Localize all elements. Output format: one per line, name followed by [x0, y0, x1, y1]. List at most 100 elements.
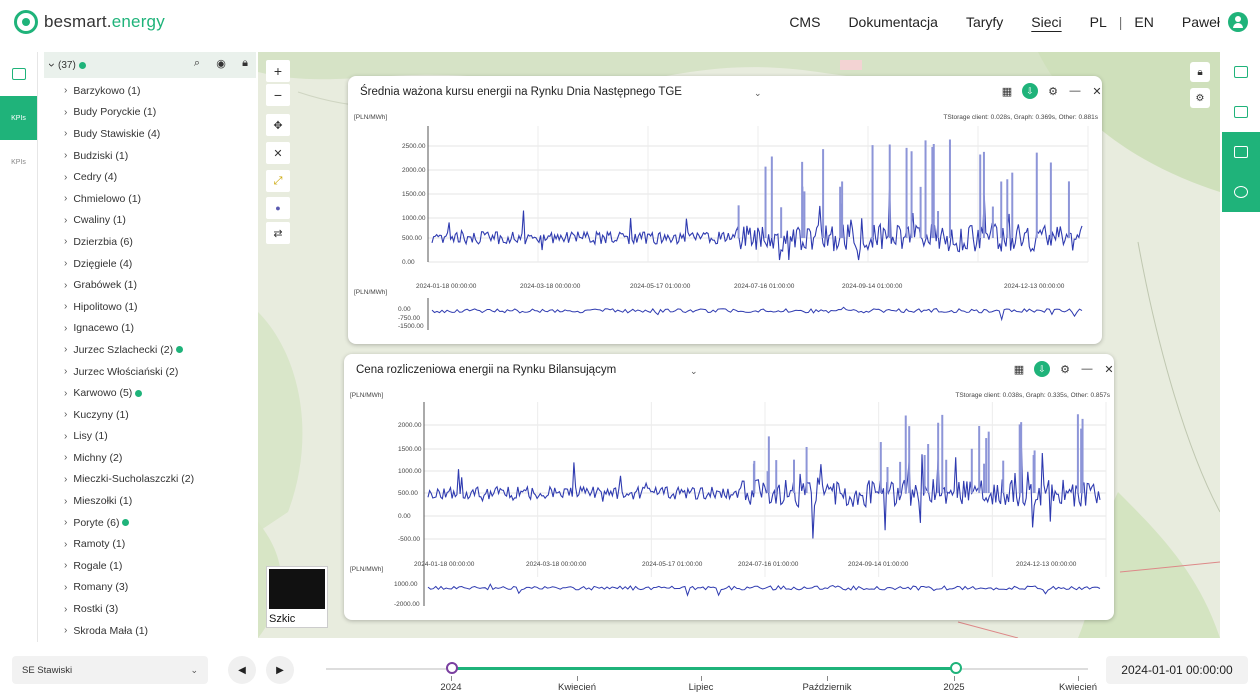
- tree-item[interactable]: › Barzykowo (1): [64, 80, 256, 102]
- tree-item[interactable]: › Mieszołki (1): [64, 490, 256, 512]
- chevron-right-icon[interactable]: ›: [64, 280, 67, 291]
- lock-icon[interactable]: 🔒︎: [238, 56, 252, 70]
- swap-icon[interactable]: ⇄: [266, 222, 290, 244]
- timeline-slider[interactable]: [326, 662, 1088, 674]
- close-icon[interactable]: ✕: [1102, 362, 1116, 376]
- chevron-right-icon[interactable]: ›: [64, 582, 67, 593]
- tree-item[interactable]: › Poryte (6): [64, 512, 256, 534]
- tree-root[interactable]: › (37) ⌕ ◉ 🔒︎: [44, 52, 256, 78]
- chevron-right-icon[interactable]: ›: [64, 301, 67, 312]
- chevron-right-icon[interactable]: ›: [64, 344, 67, 355]
- tree-item[interactable]: › Hipolitowo (1): [64, 296, 256, 318]
- tree-item[interactable]: › Grabówek (1): [64, 274, 256, 296]
- chevron-down-icon[interactable]: ⌄: [690, 366, 698, 377]
- lang-en[interactable]: EN: [1134, 14, 1153, 30]
- chevron-right-icon[interactable]: ›: [64, 604, 67, 615]
- chevron-right-icon[interactable]: ›: [64, 85, 67, 96]
- tree-item[interactable]: › Jurzec Włościański (2): [64, 361, 256, 383]
- tree-item[interactable]: › Rostki (3): [64, 598, 256, 620]
- tree-item[interactable]: › Dzięgiele (4): [64, 253, 256, 275]
- zoom-out-button[interactable]: −: [266, 84, 290, 106]
- chart-balancing[interactable]: 2000.00 1500.00 1000.00 500.00 0.00 -500.00 20…: [344, 392, 1114, 620]
- chevron-right-icon[interactable]: ›: [64, 539, 67, 550]
- chevron-down-icon[interactable]: ⌄: [754, 88, 762, 99]
- tree-item[interactable]: › Chmielowo (1): [64, 188, 256, 210]
- chevron-right-icon[interactable]: ›: [64, 452, 67, 463]
- download-icon[interactable]: ⇩: [1022, 83, 1038, 99]
- map-lock-icon[interactable]: 🔒︎: [1190, 62, 1210, 82]
- chevron-right-icon[interactable]: ›: [64, 236, 67, 247]
- zoom-in-button[interactable]: +: [266, 60, 290, 82]
- chevron-down-icon[interactable]: ›: [45, 63, 59, 67]
- tree-item[interactable]: › Budy Poryckie (1): [64, 102, 256, 124]
- tree-item[interactable]: › Ramoty (1): [64, 533, 256, 555]
- chevron-right-icon[interactable]: ›: [64, 323, 67, 334]
- current-date[interactable]: 2024-01-01 00:00:00: [1106, 656, 1248, 684]
- gear-icon[interactable]: ⚙︎: [1046, 84, 1060, 98]
- chevron-right-icon[interactable]: ›: [64, 150, 67, 161]
- close-icon[interactable]: ✕: [1090, 84, 1104, 98]
- tree-item[interactable]: › Skroda Mała (1): [64, 620, 256, 642]
- brand-logo[interactable]: besmart.energy: [14, 10, 165, 34]
- chevron-right-icon[interactable]: ›: [64, 128, 67, 139]
- chevron-right-icon[interactable]: ›: [64, 560, 67, 571]
- rail-network-active[interactable]: [1222, 132, 1260, 172]
- lang-pl[interactable]: PL: [1090, 14, 1107, 30]
- chevron-right-icon[interactable]: ›: [64, 496, 67, 507]
- nav-cms[interactable]: CMS: [789, 14, 820, 30]
- tree-item[interactable]: › Dzierzbia (6): [64, 231, 256, 253]
- gear-icon[interactable]: ⚙︎: [1058, 362, 1072, 376]
- nav-tariffs[interactable]: Taryfy: [966, 14, 1003, 30]
- rail-kpis[interactable]: KPIs: [0, 140, 37, 184]
- eye-icon[interactable]: ◉: [214, 56, 228, 70]
- chevron-right-icon[interactable]: ›: [64, 366, 67, 377]
- chevron-right-icon[interactable]: ›: [64, 388, 67, 399]
- tree-item[interactable]: › Mieczki-Sucholaszczki (2): [64, 469, 256, 491]
- tree-item[interactable]: › Romany (3): [64, 577, 256, 599]
- tree-item[interactable]: › Cedry (4): [64, 166, 256, 188]
- region-select[interactable]: SE Stawiski ⌄: [12, 656, 208, 684]
- tree-item[interactable]: › Cwaliny (1): [64, 210, 256, 232]
- tree-item[interactable]: › Budy Stawiskie (4): [64, 123, 256, 145]
- user-menu[interactable]: Paweł: [1182, 12, 1248, 32]
- search-icon[interactable]: ⌕: [190, 56, 204, 70]
- clear-icon[interactable]: ✕: [266, 142, 290, 164]
- rail-chat[interactable]: [1222, 172, 1260, 212]
- chevron-right-icon[interactable]: ›: [64, 431, 67, 442]
- minimize-icon[interactable]: —: [1080, 362, 1094, 376]
- tree-item[interactable]: › Lisy (1): [64, 426, 256, 448]
- chevron-right-icon[interactable]: ›: [64, 258, 67, 269]
- chevron-right-icon[interactable]: ›: [64, 517, 67, 528]
- map-settings-icon[interactable]: ⚙︎: [1190, 88, 1210, 108]
- chevron-right-icon[interactable]: ›: [64, 107, 67, 118]
- play-button[interactable]: ▶: [266, 656, 294, 684]
- sketch-thumbnail[interactable]: Szkic: [266, 566, 328, 628]
- chart-dam[interactable]: 2500.00 2000.00 1500.00 1000.00 500.00 0.00 20…: [348, 114, 1102, 344]
- tree-item[interactable]: › Ignacewo (1): [64, 318, 256, 340]
- timeline-start-handle[interactable]: [446, 662, 458, 674]
- tree-item[interactable]: › Jurzec Szlachecki (2): [64, 339, 256, 361]
- chevron-right-icon[interactable]: ›: [64, 409, 67, 420]
- marker-icon[interactable]: ●: [266, 197, 290, 219]
- step-back-button[interactable]: ◀: [228, 656, 256, 684]
- save-icon[interactable]: ▦: [1000, 84, 1014, 98]
- chevron-right-icon[interactable]: ›: [64, 474, 67, 485]
- tree-item[interactable]: › Kuczyny (1): [64, 404, 256, 426]
- chevron-right-icon[interactable]: ›: [64, 625, 67, 636]
- minimize-icon[interactable]: —: [1068, 84, 1082, 98]
- rail-login[interactable]: [0, 52, 37, 96]
- rail-kpis-active[interactable]: KPIs: [0, 96, 37, 140]
- measure-icon[interactable]: ⤢: [266, 170, 290, 192]
- timeline-end-handle[interactable]: [950, 662, 962, 674]
- save-icon[interactable]: ▦: [1012, 362, 1026, 376]
- rail-layers[interactable]: [1222, 52, 1260, 92]
- chevron-right-icon[interactable]: ›: [64, 193, 67, 204]
- pan-icon[interactable]: ✥: [266, 114, 290, 136]
- nav-documentation[interactable]: Dokumentacja: [848, 14, 938, 30]
- user-avatar-icon[interactable]: [1228, 12, 1248, 32]
- chevron-right-icon[interactable]: ›: [64, 215, 67, 226]
- tree-item[interactable]: › Michny (2): [64, 447, 256, 469]
- tree-item[interactable]: › Rogale (1): [64, 555, 256, 577]
- tree-item[interactable]: › Karwowo (5): [64, 382, 256, 404]
- tree-item[interactable]: › Budziski (1): [64, 145, 256, 167]
